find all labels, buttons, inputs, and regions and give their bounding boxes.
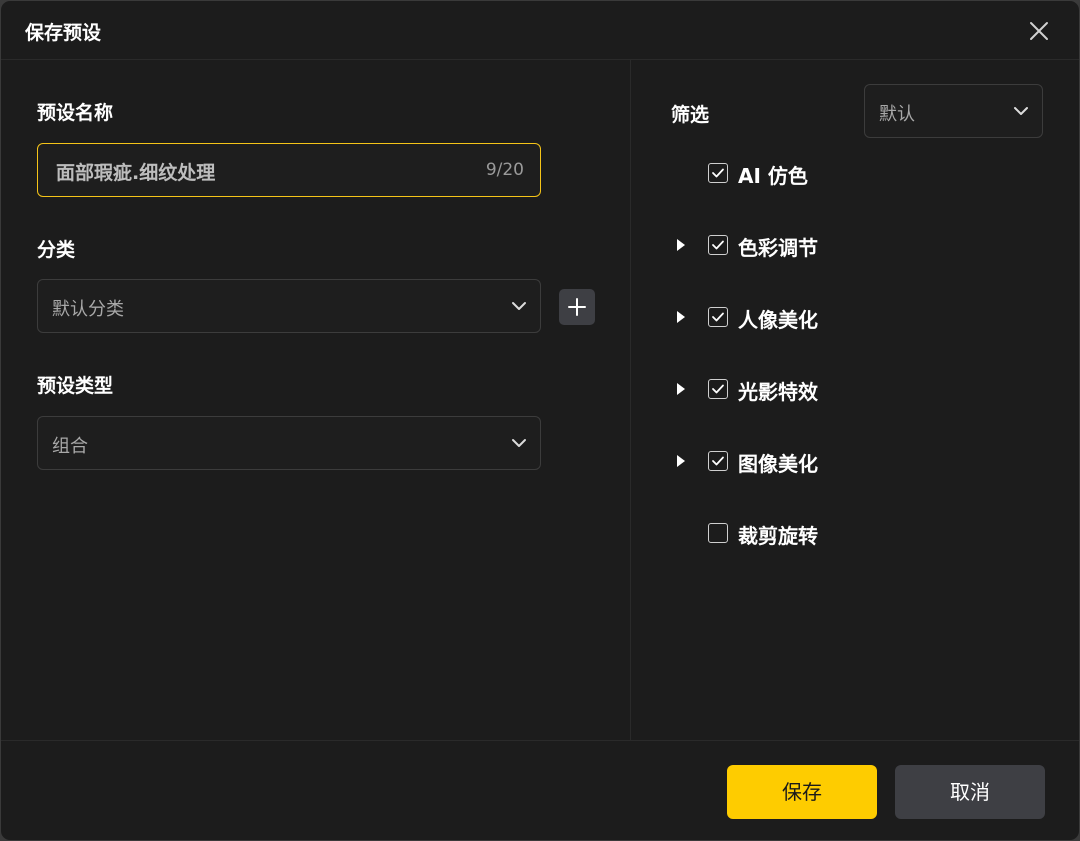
preset-name-label: 预设名称 — [37, 102, 114, 124]
preset-name-input[interactable]: 面部瑕疵.细纹处理 9/20 — [37, 143, 541, 197]
filter-option-light-effects: 光影特效 — [671, 375, 1031, 405]
check-icon — [712, 240, 724, 250]
check-icon — [712, 384, 724, 394]
check-icon — [712, 168, 724, 178]
filter-option-label: 色彩调节 — [738, 236, 818, 260]
expand-arrow-icon[interactable] — [677, 383, 685, 395]
add-category-button[interactable] — [559, 289, 595, 325]
dialog-header: 保存预设 — [1, 1, 1079, 60]
filter-option-crop-rotate: 裁剪旋转 — [671, 519, 1031, 549]
preset-form: 预设名称 面部瑕疵.细纹处理 9/20 分类 默认分类 预设类型 组合 — [1, 60, 630, 740]
checkbox-image-beautify[interactable] — [708, 451, 728, 471]
check-icon — [712, 456, 724, 466]
filter-option-label: AI 仿色 — [738, 164, 808, 188]
chevron-down-icon — [512, 302, 526, 310]
dialog-footer: 保存 取消 — [1, 740, 1079, 840]
expand-arrow-icon[interactable] — [677, 455, 685, 467]
category-label: 分类 — [37, 239, 76, 261]
filter-option-label: 裁剪旋转 — [738, 524, 818, 548]
filter-option-image-beautify: 图像美化 — [671, 447, 1031, 477]
check-icon — [712, 312, 724, 322]
filter-option-ai-color: AI 仿色 — [671, 159, 1031, 189]
close-icon[interactable] — [1025, 17, 1053, 45]
plus-icon — [568, 298, 586, 316]
preset-type-value: 组合 — [52, 436, 88, 457]
checkbox-ai-color[interactable] — [708, 163, 728, 183]
category-select[interactable]: 默认分类 — [37, 279, 541, 333]
chevron-down-icon — [512, 439, 526, 447]
dialog-title: 保存预设 — [25, 22, 102, 44]
filter-option-label: 图像美化 — [738, 452, 818, 476]
char-counter: 9/20 — [485, 160, 524, 180]
category-value: 默认分类 — [52, 299, 124, 320]
chevron-down-icon — [1014, 107, 1028, 115]
save-preset-dialog: 保存预设 预设名称 面部瑕疵.细纹处理 9/20 分类 默认分类 预设类型 组合 — [0, 0, 1080, 841]
preset-type-label: 预设类型 — [37, 375, 114, 397]
filter-value: 默认 — [879, 104, 915, 125]
checkbox-light-effects[interactable] — [708, 379, 728, 399]
filter-option-portrait: 人像美化 — [671, 303, 1031, 333]
filter-select[interactable]: 默认 — [864, 84, 1043, 138]
filter-panel: 筛选 默认 AI 仿色 色彩调节 人像美化 光影特效 图像美化 裁剪旋转 — [631, 60, 1079, 740]
expand-arrow-icon[interactable] — [677, 239, 685, 251]
checkbox-color-adjust[interactable] — [708, 235, 728, 255]
save-button[interactable]: 保存 — [727, 765, 877, 819]
filter-option-label: 光影特效 — [738, 380, 818, 404]
preset-name-value: 面部瑕疵.细纹处理 — [56, 162, 216, 184]
checkbox-portrait[interactable] — [708, 307, 728, 327]
preset-type-select[interactable]: 组合 — [37, 416, 541, 470]
filter-option-color-adjust: 色彩调节 — [671, 231, 1031, 261]
checkbox-crop-rotate[interactable] — [708, 523, 728, 543]
expand-arrow-icon[interactable] — [677, 311, 685, 323]
filter-option-label: 人像美化 — [738, 308, 818, 332]
cancel-button[interactable]: 取消 — [895, 765, 1045, 819]
filter-label: 筛选 — [671, 104, 710, 126]
